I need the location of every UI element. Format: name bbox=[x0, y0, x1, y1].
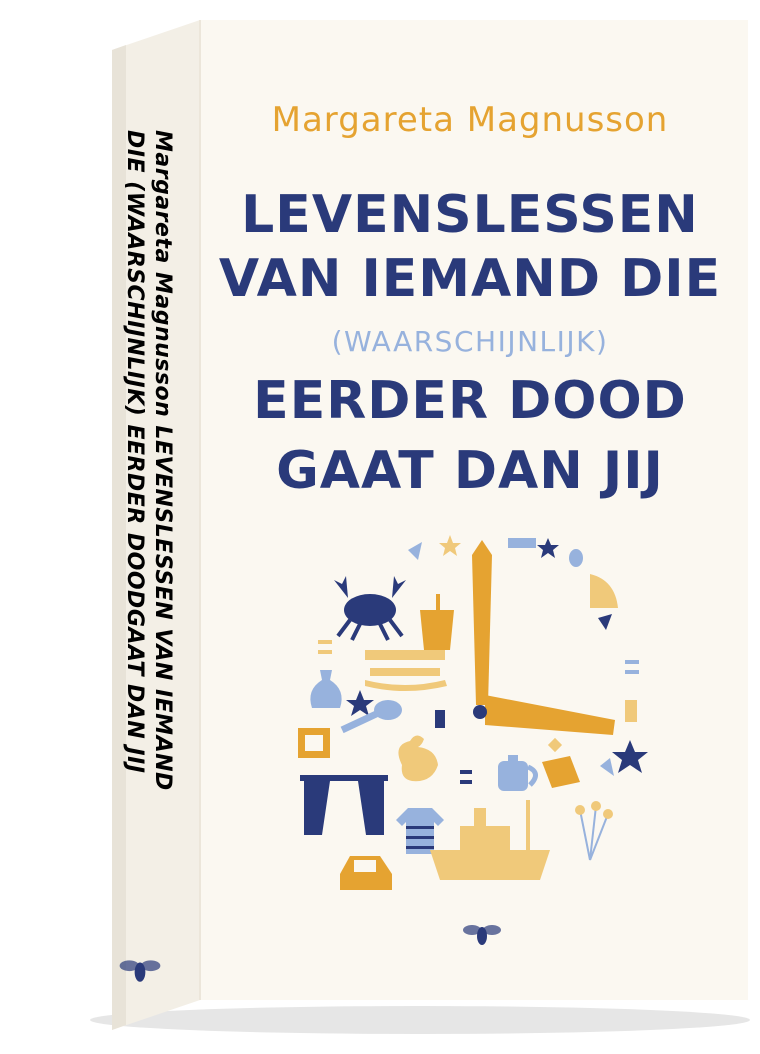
spine-author: Margareta Magnusson bbox=[150, 130, 175, 418]
crab-icon bbox=[334, 576, 406, 641]
star-icon bbox=[439, 535, 461, 556]
flowers-icon bbox=[575, 801, 613, 861]
shape-icon bbox=[625, 670, 639, 674]
bee-logo-icon bbox=[463, 925, 501, 945]
clock-illustration bbox=[298, 535, 648, 890]
star-icon bbox=[346, 690, 374, 716]
curtain-icon bbox=[300, 775, 388, 835]
shape-icon bbox=[625, 700, 637, 722]
star-icon bbox=[612, 740, 648, 773]
cover-title-line-1: LEVENSLESSEN bbox=[241, 185, 699, 245]
shape-icon bbox=[542, 756, 580, 788]
shape-icon bbox=[318, 650, 332, 654]
chicken-icon bbox=[398, 735, 438, 782]
shape-icon bbox=[508, 538, 536, 548]
cover-title-line-3: EERDER DOOD bbox=[253, 371, 687, 431]
spine-line-2: DIE (WAARSCHIJNLIJK) EERDER DOODGAAT DAN… bbox=[122, 130, 147, 773]
cover-title-line-4: GAAT DAN JIJ bbox=[276, 441, 664, 501]
ship-icon bbox=[430, 800, 550, 880]
star-icon bbox=[537, 538, 559, 558]
spine-text: Margareta Magnusson LEVENSLESSEN VAN IEM… bbox=[85, 130, 175, 990]
shape-icon bbox=[408, 542, 422, 560]
clock-hand-icon bbox=[472, 540, 615, 735]
shape-icon bbox=[460, 770, 472, 774]
spine-title-part2: DIE (WAARSCHIJNLIJK) EERDER DOODGAAT DAN… bbox=[122, 130, 147, 774]
shape-icon bbox=[600, 758, 614, 776]
bee-logo-icon bbox=[119, 960, 161, 982]
shape-icon bbox=[598, 614, 612, 630]
spine-title-part1: LEVENSLESSEN VAN IEMAND bbox=[150, 425, 175, 791]
frame-icon bbox=[298, 728, 330, 758]
cover-author: Margareta Magnusson bbox=[271, 100, 669, 140]
shape-icon bbox=[318, 640, 332, 644]
cover-subtitle: (WAARSCHIJNLIJK) bbox=[331, 325, 609, 358]
sweater-icon bbox=[396, 808, 444, 854]
shape-icon bbox=[460, 780, 472, 784]
car-icon bbox=[340, 856, 392, 890]
book-mockup: Margareta Magnusson LEVENSLESSEN VAN IEM… bbox=[0, 0, 760, 1054]
shape-icon bbox=[569, 549, 583, 567]
shape-icon bbox=[625, 660, 639, 664]
bucket-icon bbox=[420, 594, 454, 650]
spine-line-1: Margareta Magnusson LEVENSLESSEN VAN IEM… bbox=[150, 130, 175, 791]
shape-icon bbox=[547, 737, 563, 753]
spoon-icon bbox=[340, 700, 402, 734]
teapot-icon bbox=[498, 755, 538, 791]
cover-title-line-2: VAN IEMAND DIE bbox=[218, 249, 722, 309]
vase-icon bbox=[310, 670, 342, 708]
sled-icon bbox=[365, 650, 447, 691]
shape-icon bbox=[590, 574, 618, 608]
shape-icon bbox=[435, 710, 445, 728]
